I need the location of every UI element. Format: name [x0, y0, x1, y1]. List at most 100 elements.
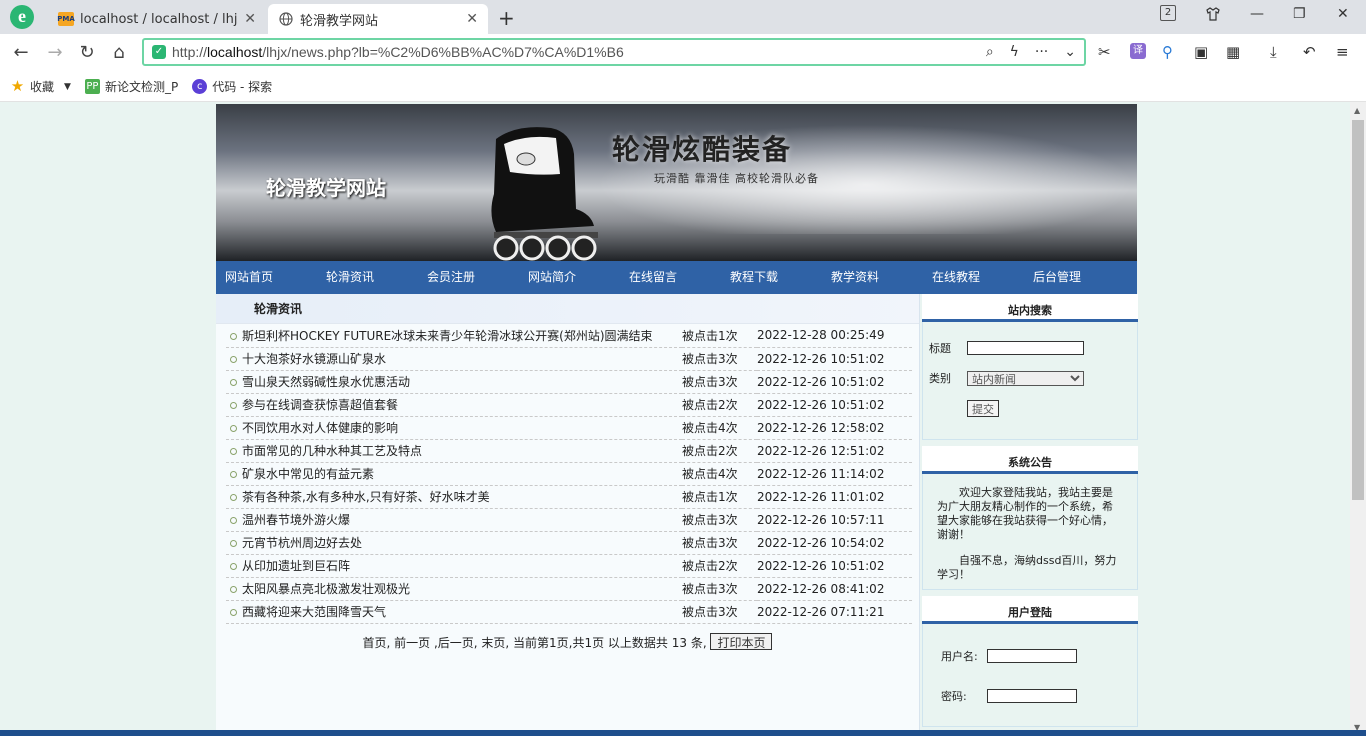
news-title-cell: 市面常见的几种水种其工艺及特点 [226, 439, 682, 463]
news-title-link[interactable]: 雪山泉天然弱碱性泉水优惠活动 [242, 375, 410, 389]
nav-news[interactable]: 轮滑资讯 [317, 261, 418, 294]
tab-phpmyadmin[interactable]: PMA localhost / localhost / lhjx / ✕ [48, 4, 266, 34]
browser-logo-icon[interactable]: e [10, 5, 34, 29]
news-row: 西藏将迎来大范围降雪天气 被点击3次 2022-12-26 07:11:21 [226, 600, 912, 624]
scroll-up-icon[interactable]: ▲ [1354, 106, 1360, 115]
magnifier-icon[interactable]: ⚲ [1162, 43, 1173, 61]
forward-icon[interactable]: → [44, 42, 66, 63]
address-bar[interactable]: ✓ http://localhost/lhjx/news.php?lb=%C2%… [142, 38, 1086, 66]
bookmark-favorites[interactable]: ★ 收藏 ▼ [10, 78, 71, 95]
sidebar: 站内搜索 标题 类别 站内新闻 提交 系统公告 欢迎大家登陆我站，我站主要是为广… [922, 294, 1138, 733]
news-title-cell: 十大泡茶好水镜源山矿泉水 [226, 347, 682, 371]
notice-box: 系统公告 欢迎大家登陆我站，我站主要是为广大朋友精心制作的一个系统，希望大家能够… [922, 446, 1138, 590]
print-button[interactable]: 打印本页 [710, 632, 773, 650]
banner-slogan: 轮滑炫酷装备 [612, 133, 793, 166]
news-date: 2022-12-26 10:51:02 [757, 370, 912, 394]
news-hits: 被点击3次 [682, 531, 757, 555]
nav-messages[interactable]: 在线留言 [620, 261, 721, 294]
bookmark-code-explore[interactable]: c 代码 - 探索 [192, 78, 272, 95]
news-hits: 被点击2次 [682, 439, 757, 463]
nav-about[interactable]: 网站简介 [519, 261, 620, 294]
page-scrollbar[interactable]: ▲ ▼ [1350, 102, 1366, 736]
menu-icon[interactable]: ≡ [1336, 43, 1349, 61]
notice-paragraph: 欢迎大家登陆我站，我站主要是为广大朋友精心制作的一个系统，希望大家能够在我站获得… [937, 486, 1113, 541]
home-icon[interactable]: ⌂ [108, 42, 130, 63]
nav-downloads[interactable]: 教程下载 [721, 261, 822, 294]
news-panel: 轮滑资讯 斯坦利杯HOCKEY FUTURE冰球未来青少年轮滑冰球公开赛(郑州站… [216, 294, 920, 736]
news-title-link[interactable]: 参与在线调查获惊喜超值套餐 [242, 398, 398, 412]
maximize-icon[interactable]: ❐ [1293, 6, 1306, 22]
nav-admin[interactable]: 后台管理 [1024, 261, 1125, 294]
bookmark-paper-check[interactable]: PP 新论文检测_P [84, 78, 178, 95]
nav-register[interactable]: 会员注册 [418, 261, 519, 294]
pager-text[interactable]: 首页, 前一页 ,后一页, 末页, 当前第1页,共1页 以上数据共 13 条, [363, 636, 707, 650]
news-title-link[interactable]: 市面常见的几种水种其工艺及特点 [242, 444, 422, 458]
news-title-link[interactable]: 斯坦利杯HOCKEY FUTURE冰球未来青少年轮滑冰球公开赛(郑州站)圆满结束 [242, 329, 653, 343]
tab-site[interactable]: 轮滑教学网站 ✕ [268, 4, 488, 34]
search-icon[interactable]: ⌕ [986, 44, 994, 60]
reload-icon[interactable]: ↻ [76, 42, 98, 63]
news-table: 斯坦利杯HOCKEY FUTURE冰球未来青少年轮滑冰球公开赛(郑州站)圆满结束… [226, 324, 912, 624]
news-title-link[interactable]: 从印加遗址到巨石阵 [242, 559, 350, 573]
lightning-icon[interactable]: ϟ [1010, 44, 1019, 60]
news-title-link[interactable]: 不同饮用水对人体健康的影响 [242, 421, 398, 435]
news-title-cell: 雪山泉天然弱碱性泉水优惠活动 [226, 370, 682, 394]
news-heading: 轮滑资讯 [216, 294, 919, 324]
news-title-link[interactable]: 元宵节杭州周边好去处 [242, 536, 362, 550]
news-row: 矿泉水中常见的有益元素 被点击4次 2022-12-26 11:14:02 [226, 462, 912, 486]
chevron-down-icon[interactable]: ⌄ [1064, 44, 1076, 60]
url-text[interactable]: http://localhost/lhjx/news.php?lb=%C2%D6… [172, 44, 624, 60]
news-title-link[interactable]: 西藏将迎来大范围降雪天气 [242, 605, 386, 619]
banner-subslogan: 玩滑酷 靠滑佳 高校轮滑队必备 [654, 172, 819, 185]
translate-icon[interactable]: 译 [1130, 43, 1146, 59]
scissors-icon[interactable]: ✂ [1098, 43, 1111, 61]
apps-icon[interactable]: ▦ [1226, 43, 1240, 61]
search-submit-button[interactable]: 提交 [967, 400, 999, 417]
chevron-down-icon[interactable]: ▼ [64, 82, 71, 92]
browser-tab-bar: e PMA localhost / localhost / lhjx / ✕ 轮… [0, 0, 1366, 34]
undo-icon[interactable]: ↶ [1303, 43, 1316, 61]
nav-home[interactable]: 网站首页 [216, 261, 317, 294]
password-label: 密码: [941, 690, 967, 703]
new-tab-icon[interactable]: + [498, 6, 515, 30]
news-row: 元宵节杭州周边好去处 被点击3次 2022-12-26 10:54:02 [226, 531, 912, 555]
news-title-cell: 西藏将迎来大范围降雪天气 [226, 600, 682, 624]
close-icon[interactable]: ✕ [466, 11, 478, 27]
close-icon[interactable]: ✕ [244, 11, 256, 27]
news-hits: 被点击2次 [682, 554, 757, 578]
bullet-icon [230, 448, 237, 455]
nav-materials[interactable]: 教学资料 [822, 261, 923, 294]
news-title-link[interactable]: 十大泡茶好水镜源山矿泉水 [242, 352, 386, 366]
shirt-icon[interactable] [1205, 6, 1221, 26]
category-select[interactable]: 站内新闻 [967, 370, 1084, 386]
news-title-link[interactable]: 温州春节境外游火爆 [242, 513, 350, 527]
nav-tutorials[interactable]: 在线教程 [923, 261, 1024, 294]
more-icon[interactable]: ··· [1035, 44, 1048, 60]
browser-toolbar: ← → ↻ ⌂ ✓ http://localhost/lhjx/news.php… [0, 34, 1366, 72]
news-row: 从印加遗址到巨石阵 被点击2次 2022-12-26 10:51:02 [226, 554, 912, 578]
news-row: 十大泡茶好水镜源山矿泉水 被点击3次 2022-12-26 10:51:02 [226, 347, 912, 371]
scroll-thumb[interactable] [1352, 120, 1364, 500]
tab-count-badge[interactable]: 2 [1160, 5, 1176, 21]
news-title-cell: 矿泉水中常见的有益元素 [226, 462, 682, 486]
news-row: 市面常见的几种水种其工艺及特点 被点击2次 2022-12-26 12:51:02 [226, 439, 912, 463]
news-title-link[interactable]: 太阳风暴点亮北极激发壮观极光 [242, 582, 410, 596]
main-nav: 网站首页 轮滑资讯 会员注册 网站简介 在线留言 教程下载 教学资料 在线教程 … [216, 261, 1137, 294]
bullet-icon [230, 379, 237, 386]
news-title-link[interactable]: 茶有各种茶,水有多种水,只有好茶、好水味才美 [242, 490, 490, 504]
news-date: 2022-12-26 10:57:11 [757, 508, 912, 532]
news-title-link[interactable]: 矿泉水中常见的有益元素 [242, 467, 374, 481]
back-icon[interactable]: ← [10, 42, 32, 63]
download-icon[interactable]: ⤓ [1270, 43, 1277, 61]
pocket-icon[interactable]: ▣ [1194, 43, 1208, 61]
window-close-icon[interactable]: ✕ [1337, 6, 1349, 22]
news-row: 雪山泉天然弱碱性泉水优惠活动 被点击3次 2022-12-26 10:51:02 [226, 370, 912, 394]
pagination: 首页, 前一页 ,后一页, 末页, 当前第1页,共1页 以上数据共 13 条, … [216, 632, 919, 651]
search-heading: 站内搜索 [922, 294, 1138, 322]
title-input[interactable] [967, 341, 1084, 355]
username-input[interactable] [987, 649, 1077, 663]
password-input[interactable] [987, 689, 1077, 703]
minimize-icon[interactable]: — [1250, 6, 1264, 22]
star-icon: ★ [10, 77, 25, 95]
news-date: 2022-12-26 10:51:02 [757, 393, 912, 417]
